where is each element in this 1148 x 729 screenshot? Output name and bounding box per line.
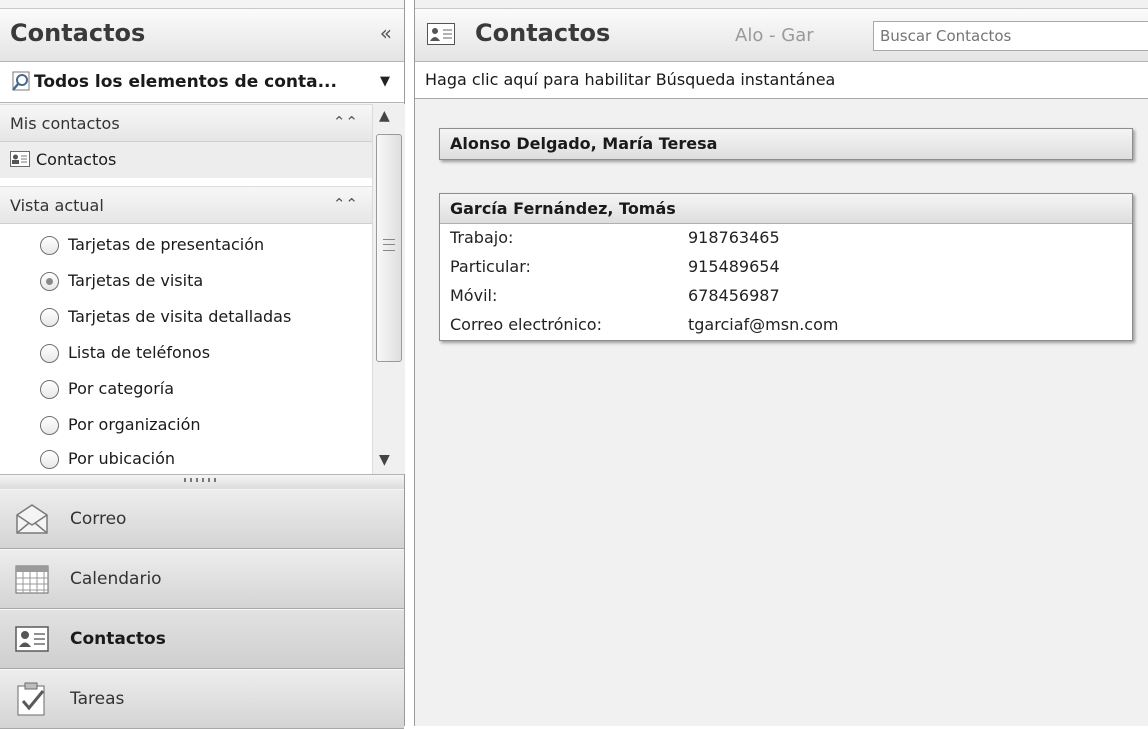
folder-item-contactos[interactable]: Contactos bbox=[0, 142, 372, 178]
nav-button-label: Calendario bbox=[70, 569, 162, 589]
pane-splitter[interactable] bbox=[0, 474, 404, 490]
instant-search-bar[interactable]: Haga clic aquí para habilitar Búsqueda i… bbox=[415, 62, 1148, 99]
grip-dots-icon bbox=[184, 478, 220, 482]
view-option-label: Por ubicación bbox=[68, 449, 176, 468]
nav-pane-header: Contactos « bbox=[0, 8, 404, 62]
view-option[interactable]: Por ubicación bbox=[0, 442, 372, 478]
field-label: Trabajo: bbox=[450, 228, 514, 247]
contact-field-row: Trabajo: 918763465 bbox=[440, 224, 1132, 253]
view-option[interactable]: Tarjetas de visita detalladas bbox=[0, 300, 372, 336]
scroll-down-icon[interactable]: ▼ bbox=[379, 452, 390, 468]
contact-card[interactable]: Alonso Delgado, María Teresa bbox=[439, 128, 1133, 160]
nav-button-label: Tareas bbox=[70, 689, 125, 709]
field-label: Particular: bbox=[450, 257, 531, 276]
search-contacts-input[interactable] bbox=[873, 21, 1148, 51]
calendar-icon bbox=[15, 565, 49, 594]
radio-button[interactable] bbox=[40, 344, 59, 363]
radio-button[interactable] bbox=[40, 308, 59, 327]
envelope-icon bbox=[16, 504, 48, 534]
tasks-icon bbox=[17, 682, 45, 716]
radio-button[interactable] bbox=[40, 450, 59, 469]
search-folder-icon bbox=[12, 71, 30, 91]
contact-card-name[interactable]: García Fernández, Tomás bbox=[440, 194, 1132, 224]
view-option-label: Tarjetas de presentación bbox=[68, 235, 265, 254]
view-option-label: Tarjetas de visita detalladas bbox=[68, 307, 292, 326]
nav-button-tareas[interactable]: Tareas bbox=[0, 669, 404, 729]
radio-button[interactable] bbox=[40, 236, 59, 255]
contact-field-row: Particular: 915489654 bbox=[440, 253, 1132, 282]
nav-button-calendario[interactable]: Calendario bbox=[0, 549, 404, 609]
view-option[interactable]: Tarjetas de presentación bbox=[0, 228, 372, 264]
alphabet-range: Alo - Gar bbox=[735, 25, 814, 46]
field-label: Móvil: bbox=[450, 286, 498, 305]
main-header: Contactos Alo - Gar bbox=[415, 8, 1148, 62]
contacts-icon bbox=[15, 626, 49, 652]
scrollbar-thumb[interactable] bbox=[376, 134, 402, 362]
section-mis-contactos[interactable]: Mis contactos ⌃⌃ bbox=[0, 104, 372, 142]
view-option[interactable]: Por organización bbox=[0, 408, 372, 444]
contact-card[interactable]: García Fernández, Tomás Trabajo: 9187634… bbox=[439, 193, 1133, 341]
scroll-up-icon[interactable]: ▲ bbox=[379, 108, 390, 124]
folder-item-label: Contactos bbox=[36, 150, 117, 169]
collapse-section-icon[interactable]: ⌃⌃ bbox=[333, 195, 358, 213]
contact-field-row: Correo electrónico: tgarciaf@msn.com bbox=[440, 311, 1132, 340]
nav-button-correo[interactable]: Correo bbox=[0, 489, 404, 549]
main-title: Contactos bbox=[475, 19, 611, 47]
radio-button[interactable] bbox=[40, 416, 59, 435]
view-option-label: Tarjetas de visita bbox=[68, 271, 204, 290]
radio-button-selected[interactable] bbox=[40, 272, 59, 291]
view-option[interactable]: Por categoría bbox=[0, 372, 372, 408]
contact-card-icon bbox=[427, 23, 455, 45]
section-vista-actual[interactable]: Vista actual ⌃⌃ bbox=[0, 186, 372, 224]
nav-scroll-area: Mis contactos ⌃⌃ Contactos Vista actual … bbox=[0, 104, 405, 474]
vertical-scrollbar[interactable]: ▲ ▼ bbox=[372, 104, 405, 474]
main-pane: Contactos Alo - Gar Haga clic aquí para … bbox=[414, 0, 1148, 726]
contact-field-row: Móvil: 678456987 bbox=[440, 282, 1132, 311]
field-value: 678456987 bbox=[688, 286, 780, 305]
contact-card-icon bbox=[10, 151, 30, 167]
nav-button-contactos[interactable]: Contactos bbox=[0, 609, 404, 669]
view-option-label: Por categoría bbox=[68, 379, 175, 398]
field-value: 918763465 bbox=[688, 228, 780, 247]
view-option[interactable]: Tarjetas de visita bbox=[0, 264, 372, 300]
view-option-label: Por organización bbox=[68, 415, 201, 434]
nav-pane-title: Contactos bbox=[10, 19, 146, 47]
nav-button-label: Contactos bbox=[70, 629, 166, 649]
view-option[interactable]: Lista de teléfonos bbox=[0, 336, 372, 372]
nav-button-label: Correo bbox=[70, 509, 127, 529]
folder-dropdown[interactable]: Todos los elementos de conta... ▼ bbox=[0, 62, 404, 103]
section-label: Vista actual bbox=[10, 196, 104, 215]
navigation-pane: Contactos « Todos los elementos de conta… bbox=[0, 0, 405, 729]
view-option-label: Lista de teléfonos bbox=[68, 343, 211, 362]
radio-button[interactable] bbox=[40, 380, 59, 399]
collapse-section-icon[interactable]: ⌃⌃ bbox=[333, 113, 358, 131]
instant-search-message: Haga clic aquí para habilitar Búsqueda i… bbox=[425, 70, 836, 89]
field-value[interactable]: tgarciaf@msn.com bbox=[688, 315, 838, 334]
section-label: Mis contactos bbox=[10, 114, 120, 133]
field-value: 915489654 bbox=[688, 257, 780, 276]
grip-icon bbox=[383, 239, 395, 251]
folder-dropdown-label: Todos los elementos de conta... bbox=[34, 72, 337, 92]
field-label: Correo electrónico: bbox=[450, 315, 602, 334]
contact-card-name[interactable]: Alonso Delgado, María Teresa bbox=[440, 129, 1132, 159]
collapse-icon[interactable]: « bbox=[380, 21, 392, 45]
chevron-down-icon[interactable]: ▼ bbox=[380, 74, 390, 89]
